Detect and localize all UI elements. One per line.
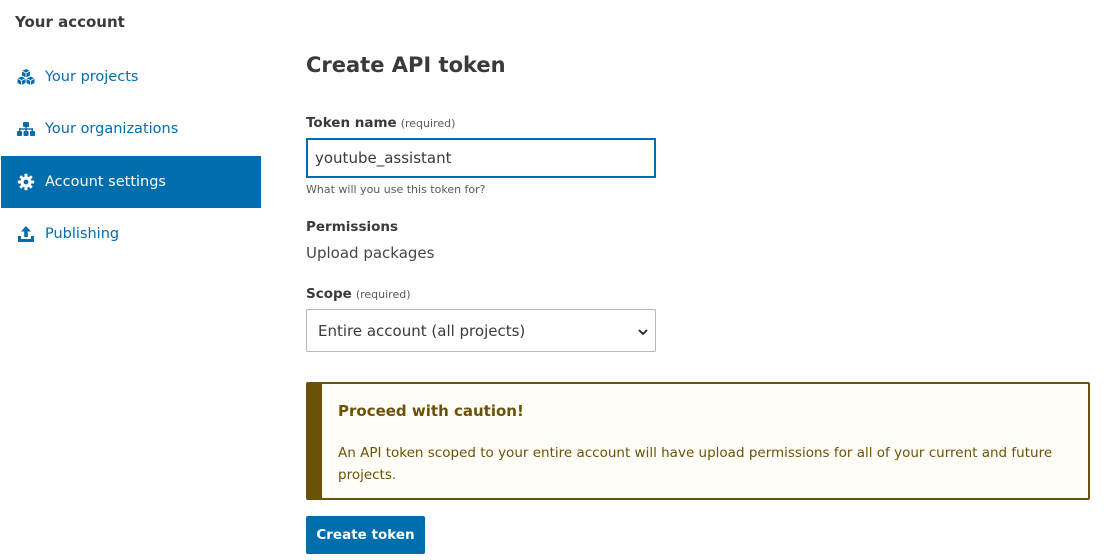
caution-callout: Proceed with caution! An API token scope… bbox=[306, 382, 1090, 500]
token-name-label-text: Token name bbox=[306, 115, 397, 131]
token-name-help-text: What will you use this token for? bbox=[306, 183, 486, 196]
permissions-value: Upload packages bbox=[306, 244, 435, 262]
required-indicator: (required) bbox=[355, 288, 411, 301]
scope-label-text: Scope bbox=[306, 286, 352, 302]
sidebar-title: Your account bbox=[15, 13, 125, 31]
scope-label: Scope (required) bbox=[306, 286, 411, 302]
caution-text: An API token scoped to your entire accou… bbox=[338, 445, 1053, 483]
upload-icon bbox=[16, 225, 36, 243]
permissions-label: Permissions bbox=[306, 219, 399, 235]
sidebar-item-account-settings[interactable]: Account settings bbox=[1, 156, 261, 208]
sidebar-item-your-organizations[interactable]: Your organizations bbox=[1, 103, 261, 155]
sidebar-item-label: Account settings bbox=[45, 174, 166, 190]
caution-title: Proceed with caution! bbox=[338, 402, 524, 420]
scope-select[interactable]: Entire account (all projects) bbox=[306, 309, 656, 352]
sidebar-item-publishing[interactable]: Publishing bbox=[1, 208, 261, 260]
gear-icon bbox=[16, 173, 36, 191]
sidebar-item-label: Your organizations bbox=[45, 121, 179, 137]
page-title: Create API token bbox=[306, 53, 506, 77]
token-name-input[interactable] bbox=[306, 138, 656, 178]
sidebar-item-label: Your projects bbox=[45, 69, 139, 85]
sitemap-icon bbox=[16, 120, 36, 138]
cubes-icon bbox=[16, 68, 36, 86]
sidebar-item-your-projects[interactable]: Your projects bbox=[1, 51, 261, 103]
required-indicator: (required) bbox=[400, 117, 456, 130]
sidebar-item-label: Publishing bbox=[45, 226, 120, 242]
scope-selected-value: Entire account (all projects) bbox=[318, 321, 526, 340]
create-token-button[interactable]: Create token bbox=[306, 516, 425, 554]
chevron-down-icon bbox=[637, 324, 649, 342]
token-name-label: Token name (required) bbox=[306, 115, 455, 131]
